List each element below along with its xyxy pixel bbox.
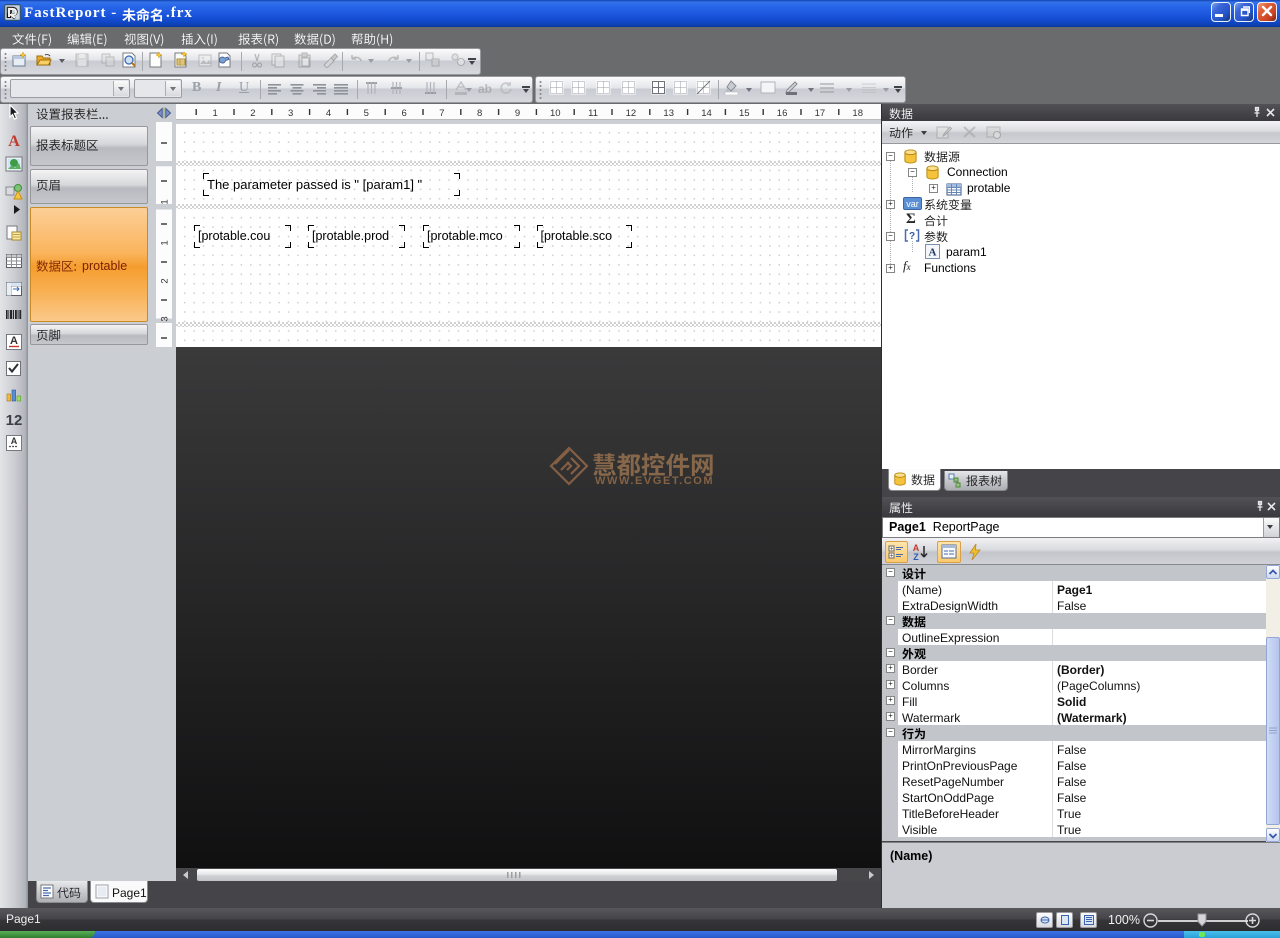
svg-text:5: 5 <box>364 108 369 119</box>
svg-text:+: + <box>890 554 894 560</box>
svg-text:11: 11 <box>588 108 598 119</box>
svg-text:?: ? <box>909 231 915 242</box>
svg-text:18: 18 <box>852 108 863 119</box>
svg-text:13: 13 <box>663 108 674 119</box>
svg-text:1: 1 <box>160 199 171 204</box>
svg-text:1: 1 <box>212 108 217 119</box>
svg-text:4: 4 <box>326 108 331 119</box>
svg-text:15: 15 <box>739 108 750 119</box>
svg-text:7: 7 <box>439 108 444 119</box>
svg-text:Z: Z <box>913 552 919 561</box>
svg-text:3: 3 <box>288 108 293 119</box>
svg-text:8: 8 <box>477 108 482 119</box>
svg-text:12: 12 <box>6 412 23 428</box>
svg-text:2: 2 <box>250 108 255 119</box>
svg-text:A: A <box>10 335 18 347</box>
svg-text:10: 10 <box>550 108 561 119</box>
svg-text:A: A <box>8 133 20 150</box>
svg-text:9: 9 <box>515 108 520 119</box>
svg-text:+: + <box>890 547 894 553</box>
svg-text:A: A <box>11 436 18 446</box>
svg-text:3: 3 <box>160 316 171 321</box>
svg-text:1: 1 <box>160 240 171 245</box>
svg-text:6: 6 <box>401 108 406 119</box>
svg-text:12: 12 <box>626 108 637 119</box>
svg-text:A: A <box>929 247 937 259</box>
svg-text:14: 14 <box>701 108 712 119</box>
svg-text:17: 17 <box>815 108 826 119</box>
svg-text:2: 2 <box>160 278 171 283</box>
svg-text:16: 16 <box>777 108 788 119</box>
